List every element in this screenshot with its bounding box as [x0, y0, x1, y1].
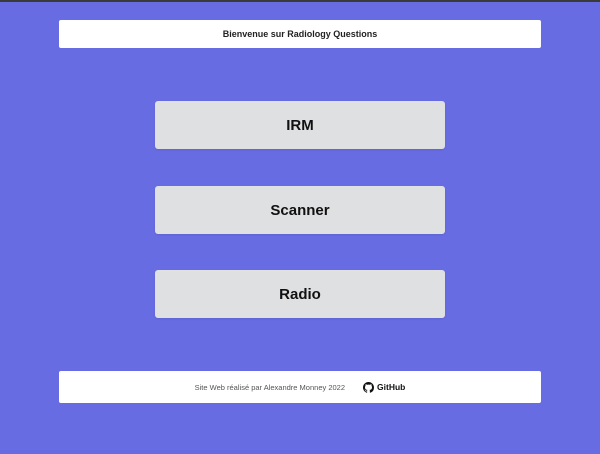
- github-link[interactable]: GitHub: [363, 381, 406, 393]
- page-title: Bienvenue sur Radiology Questions: [222, 29, 378, 39]
- footer: Site Web réalisé par Alexandre Monney 20…: [59, 371, 541, 403]
- scanner-button-label: Scanner: [270, 201, 330, 219]
- radio-button-label: Radio: [279, 285, 321, 303]
- irm-button[interactable]: IRM: [155, 101, 445, 149]
- github-icon: [363, 381, 375, 393]
- radio-button[interactable]: Radio: [155, 270, 445, 318]
- header-banner: Bienvenue sur Radiology Questions: [59, 20, 541, 48]
- irm-button-label: IRM: [286, 116, 314, 134]
- footer-credit: Site Web réalisé par Alexandre Monney 20…: [194, 382, 346, 392]
- scanner-button[interactable]: Scanner: [155, 186, 445, 234]
- github-label: GitHub: [377, 382, 406, 392]
